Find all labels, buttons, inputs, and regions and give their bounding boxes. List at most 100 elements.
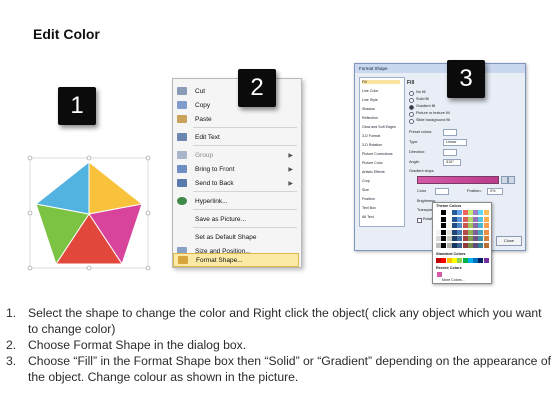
radio-no-fill[interactable] [409, 91, 414, 96]
resize-handle[interactable] [145, 265, 151, 271]
theme-color-swatch[interactable] [478, 242, 484, 248]
theme-color-swatch[interactable] [457, 223, 463, 228]
standard-color-swatch[interactable] [436, 258, 441, 263]
theme-color-swatch[interactable] [451, 236, 457, 241]
theme-color-swatch[interactable] [483, 210, 489, 215]
theme-color-swatch[interactable] [436, 229, 441, 235]
menu-item-group[interactable]: Group ▶ [173, 148, 299, 162]
theme-color-swatch[interactable] [467, 216, 473, 222]
more-colors-link[interactable]: More Colors... [442, 278, 465, 282]
theme-color-swatch[interactable] [446, 223, 452, 228]
menu-item-cut[interactable]: Cut [173, 84, 299, 98]
theme-color-swatch[interactable] [483, 242, 489, 248]
close-button[interactable]: Close [496, 236, 522, 246]
nav-item[interactable]: 3-D Format [362, 134, 380, 138]
theme-color-swatch[interactable] [473, 216, 479, 222]
gradient-stops-bar[interactable] [417, 176, 499, 184]
theme-color-swatch[interactable] [478, 223, 484, 228]
theme-color-swatch[interactable] [467, 229, 473, 235]
standard-color-swatch[interactable] [441, 258, 447, 263]
radio-solid-fill[interactable] [409, 98, 414, 103]
theme-color-swatch[interactable] [473, 223, 479, 228]
menu-item-set-default-shape[interactable]: Set as Default Shape [173, 230, 299, 244]
standard-color-swatch[interactable] [473, 258, 479, 263]
nav-item[interactable]: Picture Color [362, 161, 383, 165]
nav-item[interactable]: Position [362, 197, 375, 201]
theme-color-swatch[interactable] [483, 223, 489, 228]
theme-color-swatch[interactable] [473, 236, 479, 241]
nav-item[interactable]: Glow and Soft Edges [362, 125, 396, 129]
nav-item[interactable]: 3-D Rotation [362, 143, 382, 147]
nav-item[interactable]: Line Style [362, 98, 378, 102]
menu-item-copy[interactable]: Copy [173, 98, 299, 112]
standard-color-swatch[interactable] [446, 258, 452, 263]
theme-color-swatch[interactable] [467, 236, 473, 241]
theme-color-swatch[interactable] [478, 229, 484, 235]
theme-color-swatch[interactable] [473, 210, 479, 215]
color-dropdown[interactable] [435, 188, 449, 195]
theme-color-swatch[interactable] [462, 236, 468, 241]
preset-colors-dropdown[interactable] [443, 129, 457, 136]
menu-item-format-shape[interactable]: Format Shape... [173, 253, 299, 267]
theme-color-swatch[interactable] [441, 210, 447, 215]
theme-color-swatch[interactable] [451, 223, 457, 228]
radio-gradient-fill[interactable] [409, 105, 414, 110]
theme-color-swatch[interactable] [436, 223, 441, 228]
theme-color-swatch[interactable] [441, 242, 447, 248]
position-input[interactable]: 0% [487, 188, 503, 195]
menu-item-bring-to-front[interactable]: Bring to Front ▶ [173, 162, 299, 176]
theme-color-swatch[interactable] [467, 223, 473, 228]
nav-item[interactable]: Size [362, 188, 369, 192]
theme-color-swatch[interactable] [483, 229, 489, 235]
theme-color-swatch[interactable] [478, 210, 484, 215]
resize-handle[interactable] [86, 265, 92, 271]
menu-item-save-as-picture[interactable]: Save as Picture... [173, 212, 299, 226]
theme-color-swatch[interactable] [457, 229, 463, 235]
theme-color-swatch[interactable] [467, 242, 473, 248]
theme-color-swatch[interactable] [462, 216, 468, 222]
theme-color-swatch[interactable] [451, 229, 457, 235]
theme-color-swatch[interactable] [446, 216, 452, 222]
theme-color-swatch[interactable] [436, 242, 441, 248]
nav-item[interactable]: Reflection [362, 116, 378, 120]
add-stop-button[interactable] [501, 176, 508, 184]
theme-color-swatch[interactable] [436, 216, 441, 222]
menu-item-edit-text[interactable]: Edit Text [173, 130, 299, 144]
theme-color-swatch[interactable] [441, 229, 447, 235]
theme-color-swatch[interactable] [441, 236, 447, 241]
menu-item-paste[interactable]: Paste [173, 112, 299, 126]
standard-color-swatch[interactable] [457, 258, 463, 263]
standard-color-swatch[interactable] [467, 258, 473, 263]
theme-color-swatch[interactable] [451, 216, 457, 222]
theme-color-swatch[interactable] [436, 210, 441, 215]
nav-item[interactable]: Text Box [362, 206, 376, 210]
standard-color-swatch[interactable] [478, 258, 484, 263]
theme-color-swatch[interactable] [446, 229, 452, 235]
menu-item-hyperlink[interactable]: Hyperlink... [173, 194, 299, 208]
angle-input[interactable]: 315° [443, 159, 461, 166]
rotate-checkbox[interactable] [417, 218, 422, 223]
nav-item-fill[interactable]: Fill [362, 80, 400, 84]
theme-color-swatch[interactable] [446, 210, 452, 215]
standard-color-swatch[interactable] [483, 258, 489, 263]
theme-color-swatch[interactable] [478, 216, 484, 222]
theme-color-swatch[interactable] [457, 210, 463, 215]
nav-item[interactable]: Artistic Effects [362, 170, 385, 174]
theme-color-swatch[interactable] [473, 242, 479, 248]
nav-item[interactable]: Shadow [362, 107, 375, 111]
resize-handle[interactable] [145, 210, 151, 216]
nav-item[interactable]: Alt Text [362, 215, 374, 219]
resize-handle[interactable] [27, 210, 33, 216]
theme-color-swatch[interactable] [483, 236, 489, 241]
standard-color-swatch[interactable] [451, 258, 457, 263]
recent-color-swatch[interactable] [437, 272, 442, 277]
pentagon-shape[interactable] [22, 152, 156, 272]
nav-item[interactable]: Picture Corrections [362, 152, 393, 156]
standard-color-swatch[interactable] [462, 258, 468, 263]
direction-dropdown[interactable] [443, 149, 457, 156]
theme-color-swatch[interactable] [436, 236, 441, 241]
nav-item[interactable]: Line Color [362, 89, 378, 93]
theme-color-swatch[interactable] [451, 242, 457, 248]
theme-color-swatch[interactable] [441, 223, 447, 228]
theme-color-swatch[interactable] [441, 216, 447, 222]
